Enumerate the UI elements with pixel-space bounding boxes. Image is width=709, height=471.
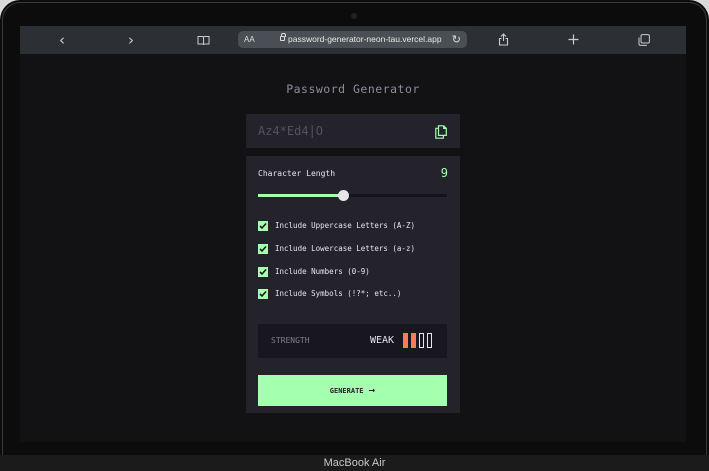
copy-icon[interactable] xyxy=(435,124,447,139)
new-tab-icon[interactable] xyxy=(566,31,580,49)
numbers-label: Include Numbers (0-9) xyxy=(275,267,370,276)
lowercase-checkbox[interactable] xyxy=(258,244,268,254)
address-bar[interactable]: AA password-generator-neon-tau.vercel.ap… xyxy=(238,31,467,48)
forward-icon[interactable]: › xyxy=(125,31,137,49)
password-text: Az4*Ed4|O xyxy=(258,124,324,138)
slider-fill xyxy=(258,194,344,197)
symbols-label: Include Symbols (!?*; etc..) xyxy=(275,289,402,298)
strength-value: WEAK xyxy=(370,335,395,346)
length-label: Character Length xyxy=(258,169,336,178)
tabs-icon[interactable] xyxy=(637,31,651,49)
strength-bar xyxy=(403,333,408,348)
url-text: password-generator-neon-tau.vercel.app xyxy=(288,34,442,44)
strength-bar xyxy=(427,333,432,348)
share-icon[interactable] xyxy=(496,31,510,49)
lock-icon xyxy=(280,33,286,41)
back-icon[interactable]: ‹ xyxy=(56,31,68,49)
arrow-right-icon: → xyxy=(368,386,376,395)
generate-button[interactable]: GENERATE → xyxy=(258,375,447,406)
option-lowercase[interactable]: Include Lowercase Letters (a-z) xyxy=(258,243,448,255)
lowercase-label: Include Lowercase Letters (a-z) xyxy=(275,244,415,253)
strength-bar xyxy=(419,333,424,348)
uppercase-checkbox[interactable] xyxy=(258,221,268,231)
length-slider[interactable] xyxy=(258,190,447,201)
length-value: 9 xyxy=(440,166,448,180)
uppercase-label: Include Uppercase Letters (A-Z) xyxy=(275,221,415,230)
reload-icon[interactable]: ↻ xyxy=(452,31,461,48)
generate-label: GENERATE xyxy=(329,387,364,395)
strength-meter: STRENGTH WEAK xyxy=(258,324,447,358)
camera xyxy=(351,13,357,19)
app-title: Password Generator xyxy=(286,82,420,96)
generator-panel: Character Length 9 Include Uppercase Let… xyxy=(246,156,460,413)
numbers-checkbox[interactable] xyxy=(258,267,268,277)
device-label: MacBook Air xyxy=(323,457,386,469)
strength-bar xyxy=(411,333,416,348)
laptop-bezel: ‹ › AA password-generator-neon-tau.verce… xyxy=(0,0,709,460)
browser-toolbar: ‹ › AA password-generator-neon-tau.verce… xyxy=(20,26,686,54)
option-symbols[interactable]: Include Symbols (!?*; etc..) xyxy=(258,288,448,300)
reader-icon[interactable] xyxy=(196,31,210,49)
text-size-button[interactable]: AA xyxy=(244,31,255,48)
screen: ‹ › AA password-generator-neon-tau.verce… xyxy=(20,26,686,442)
option-uppercase[interactable]: Include Uppercase Letters (A-Z) xyxy=(258,220,448,232)
option-numbers[interactable]: Include Numbers (0-9) xyxy=(258,266,448,278)
password-display: Az4*Ed4|O xyxy=(246,114,460,148)
strength-label: STRENGTH xyxy=(271,336,310,345)
slider-thumb[interactable] xyxy=(337,190,349,201)
symbols-checkbox[interactable] xyxy=(258,289,268,299)
